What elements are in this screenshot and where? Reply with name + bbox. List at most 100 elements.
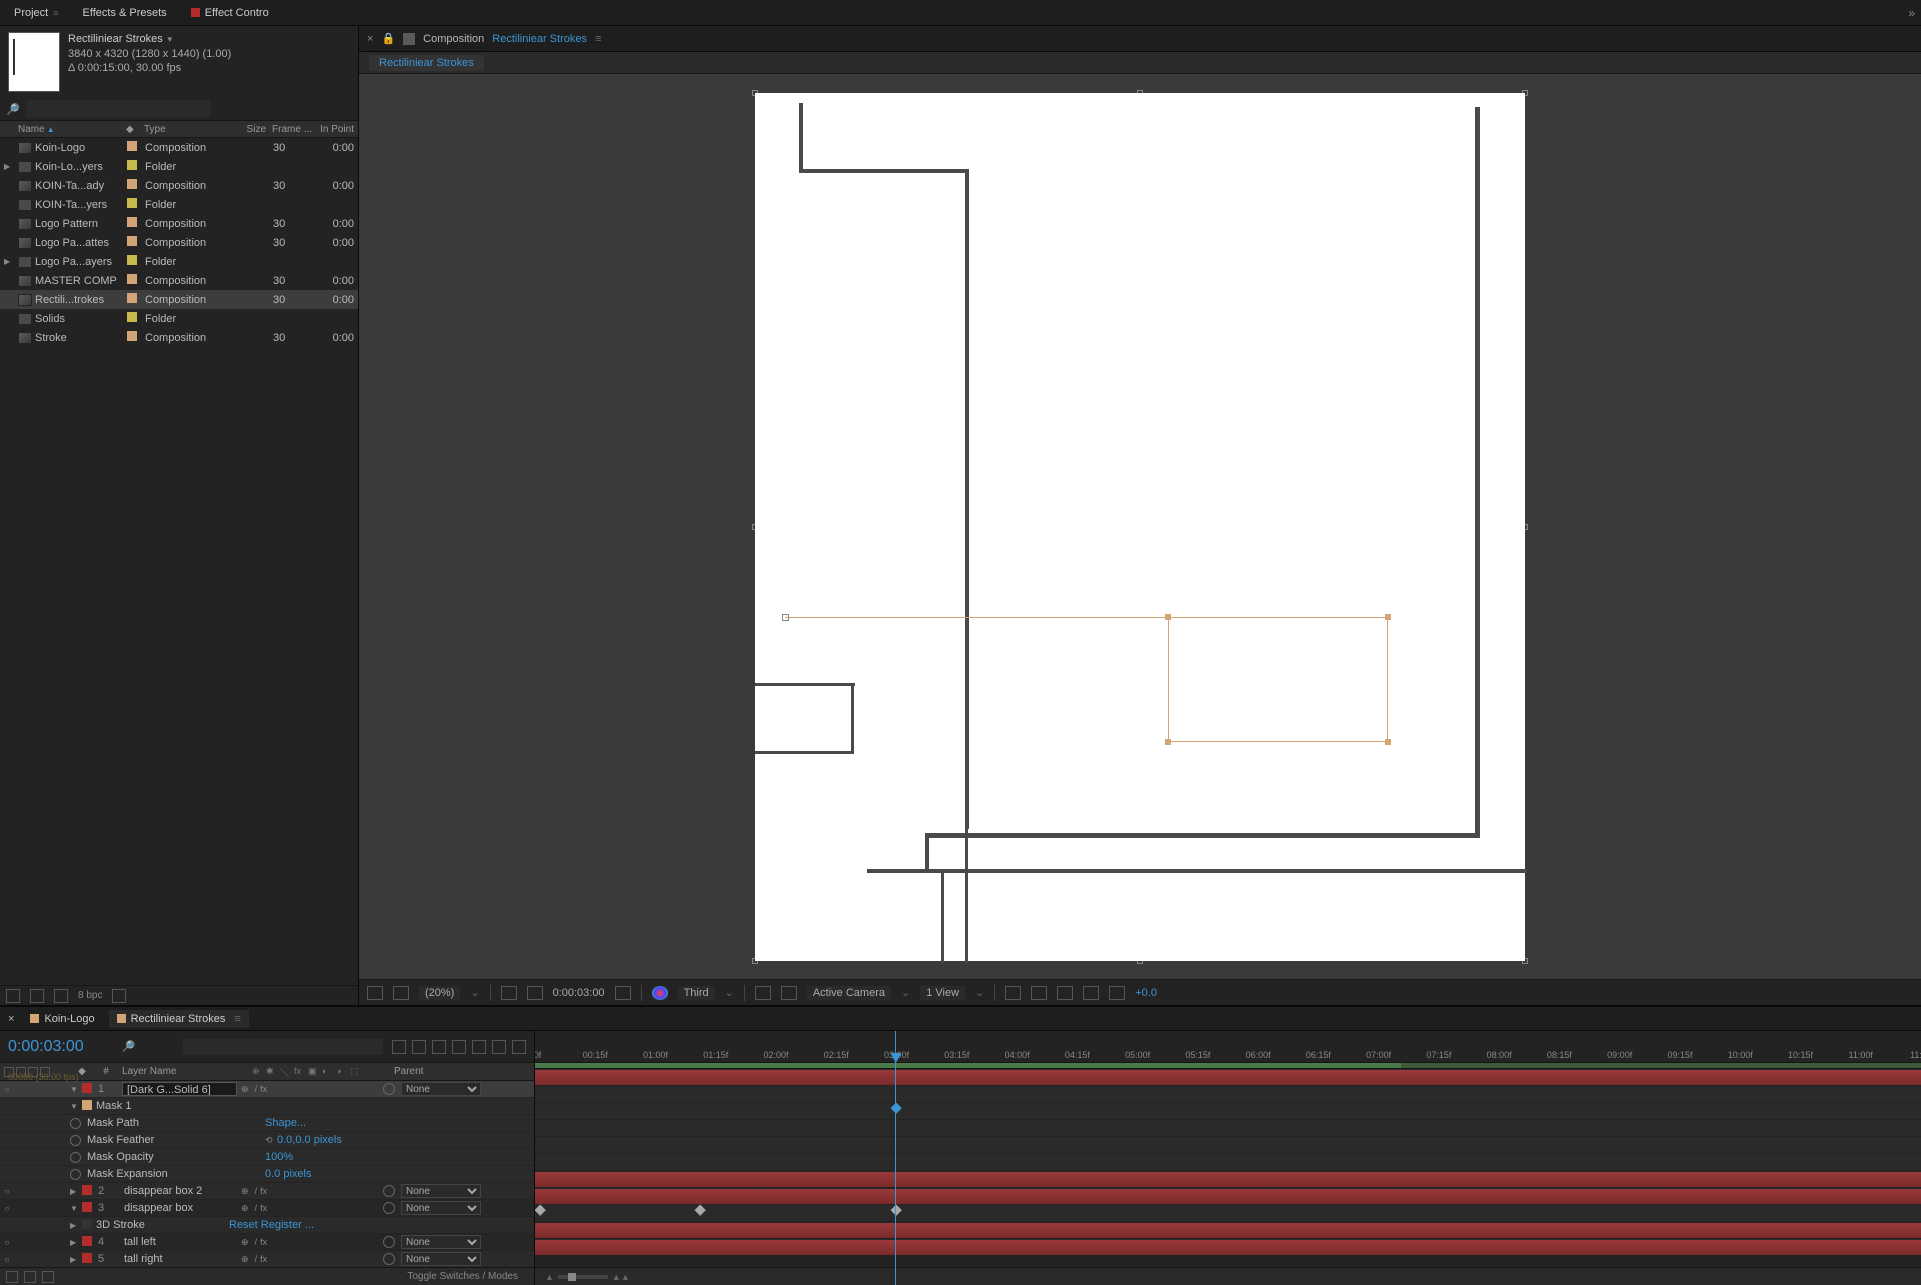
roi-icon[interactable] (527, 986, 543, 1000)
layer-row[interactable]: ○ ▼ 1 [Dark G...Solid 6] ⊕/fx None (0, 1081, 534, 1098)
link-icon[interactable]: ⟲ (265, 1135, 277, 1146)
asset-row[interactable]: Logo Pa...attes Composition 30 0:00 (0, 233, 358, 252)
track-lane[interactable] (535, 1205, 1921, 1222)
layer-row[interactable]: ○ ▼ 3 disappear box ⊕/fx None (0, 1200, 534, 1217)
layer-name[interactable]: tall right (122, 1253, 237, 1265)
video-switch[interactable]: ○ (2, 1084, 12, 1094)
comp-mini-flowchart-icon[interactable] (392, 1040, 406, 1054)
time-navigator[interactable]: ▲ ▲▲ (535, 1267, 1921, 1285)
layer-bar[interactable] (535, 1070, 1921, 1085)
video-switch[interactable]: ○ (2, 1203, 12, 1213)
label-swatch[interactable] (127, 331, 145, 344)
pickwhip-icon[interactable] (383, 1202, 395, 1214)
parent-dropdown[interactable]: None (401, 1082, 481, 1096)
render-queue-icon[interactable] (512, 1040, 526, 1054)
asset-row[interactable]: Stroke Composition 30 0:00 (0, 328, 358, 347)
frame-blend-icon[interactable] (452, 1040, 466, 1054)
zoom-in-icon[interactable]: ▲▲ (612, 1272, 630, 1282)
playhead[interactable] (895, 1031, 896, 1285)
composition-viewer[interactable] (359, 74, 1921, 979)
bpc-toggle[interactable]: 8 bpc (78, 990, 102, 1001)
layer-name[interactable]: disappear box (122, 1202, 237, 1214)
expand-icon[interactable]: ▶ (70, 1221, 82, 1230)
toggle-switches-icon[interactable] (6, 1271, 18, 1283)
keyframe-icon[interactable] (694, 1205, 705, 1216)
layer-bar[interactable] (535, 1189, 1921, 1204)
mask-bounds[interactable] (1168, 617, 1388, 742)
effects-presets-tab[interactable]: Effects & Presets (75, 3, 175, 23)
panel-menu-icon[interactable]: ≡ (53, 8, 58, 18)
close-tab-icon[interactable]: × (8, 1013, 14, 1025)
asset-row[interactable]: Logo Pattern Composition 30 0:00 (0, 214, 358, 233)
close-tab-icon[interactable]: × (367, 33, 373, 45)
property-row[interactable]: Mask Expansion0.0 pixels (0, 1166, 534, 1183)
label-swatch[interactable] (127, 312, 145, 325)
track-lane[interactable] (535, 1137, 1921, 1154)
property-row[interactable]: Mask Opacity100% (0, 1149, 534, 1166)
label-swatch[interactable] (127, 160, 145, 173)
zoom-out-icon[interactable]: ▲ (545, 1272, 554, 1282)
time-ruler[interactable]: 00f00:15f01:00f01:15f02:00f02:15f03:00f0… (535, 1031, 1921, 1063)
pixel-aspect-icon[interactable] (1005, 986, 1021, 1000)
label-swatch[interactable] (82, 1185, 94, 1198)
property-value[interactable]: Shape... (265, 1117, 306, 1129)
label-swatch[interactable] (127, 141, 145, 154)
layer-bar[interactable] (535, 1172, 1921, 1187)
timeline-search-input[interactable] (183, 1039, 383, 1055)
stopwatch-icon[interactable] (70, 1118, 81, 1129)
toggle-in-out-icon[interactable] (42, 1271, 54, 1283)
label-swatch[interactable] (82, 1236, 94, 1249)
label-swatch[interactable] (127, 179, 145, 192)
transparency-grid-icon[interactable] (393, 986, 409, 1000)
stopwatch-icon[interactable] (70, 1169, 81, 1180)
graph-editor-icon[interactable] (492, 1040, 506, 1054)
pickwhip-icon[interactable] (383, 1253, 395, 1265)
parent-dropdown[interactable]: None (401, 1235, 481, 1249)
asset-row[interactable]: MASTER COMP Composition 30 0:00 (0, 271, 358, 290)
parent-dropdown[interactable]: None (401, 1184, 481, 1198)
layer-bar[interactable] (535, 1223, 1921, 1238)
property-value[interactable]: 0.0,0.0 pixels (277, 1134, 342, 1146)
asset-row[interactable]: Rectili...trokes Composition 30 0:00 (0, 290, 358, 309)
label-swatch[interactable] (82, 1202, 94, 1215)
stopwatch-icon[interactable] (70, 1135, 81, 1146)
layer-row[interactable]: ○ ▶ 2 disappear box 2 ⊕/fx None (0, 1183, 534, 1200)
views-dropdown[interactable]: 1 View (920, 986, 965, 1000)
pickwhip-icon[interactable] (383, 1083, 395, 1095)
project-empty-area[interactable] (0, 347, 358, 985)
effect-controls-tab[interactable]: Effect Contro (183, 3, 277, 23)
timeline-icon[interactable] (1057, 986, 1073, 1000)
comp-thumbnail[interactable] (8, 32, 60, 92)
effect-controls[interactable]: Reset Register ... (229, 1219, 314, 1231)
parent-dropdown[interactable]: None (401, 1201, 481, 1215)
expand-icon[interactable]: ▼ (70, 1102, 82, 1111)
asset-row[interactable]: Koin-Logo Composition 30 0:00 (0, 138, 358, 157)
video-switch[interactable]: ○ (2, 1254, 12, 1264)
label-swatch[interactable] (82, 1083, 94, 1096)
always-preview-icon[interactable] (367, 986, 383, 1000)
panel-overflow-icon[interactable]: » (1908, 6, 1915, 20)
reset-exposure-icon[interactable] (1109, 986, 1125, 1000)
effect-row[interactable]: ▶3D StrokeReset Register ... (0, 1217, 534, 1234)
asset-row[interactable]: Solids Folder (0, 309, 358, 328)
project-search-input[interactable] (26, 100, 211, 118)
property-value[interactable]: 0.0 pixels (265, 1168, 311, 1180)
comp-flowchart-icon[interactable] (1083, 986, 1099, 1000)
comp-tab-name[interactable]: Rectiliniear Strokes (492, 33, 587, 45)
lock-icon[interactable]: 🔒 (381, 32, 395, 45)
label-swatch[interactable] (127, 274, 145, 287)
preview-time[interactable]: 0:00:03:00 (553, 987, 605, 999)
layer-name[interactable]: disappear box 2 (122, 1185, 237, 1197)
keyframe-icon[interactable] (535, 1205, 546, 1216)
label-swatch[interactable] (127, 236, 145, 249)
trash-icon[interactable] (112, 989, 126, 1003)
track-lane[interactable] (535, 1171, 1921, 1188)
anchor-point-icon[interactable] (782, 614, 789, 621)
keyframe-icon[interactable] (891, 1205, 902, 1216)
layer-name[interactable]: [Dark G...Solid 6] (122, 1082, 237, 1096)
keyframe-icon[interactable] (891, 1103, 902, 1114)
current-timecode[interactable]: 0:00:03:00 (8, 1038, 84, 1056)
interpret-footage-icon[interactable] (6, 989, 20, 1003)
expand-icon[interactable]: ▼ (70, 1204, 82, 1213)
asset-row[interactable]: ▶ Logo Pa...ayers Folder (0, 252, 358, 271)
